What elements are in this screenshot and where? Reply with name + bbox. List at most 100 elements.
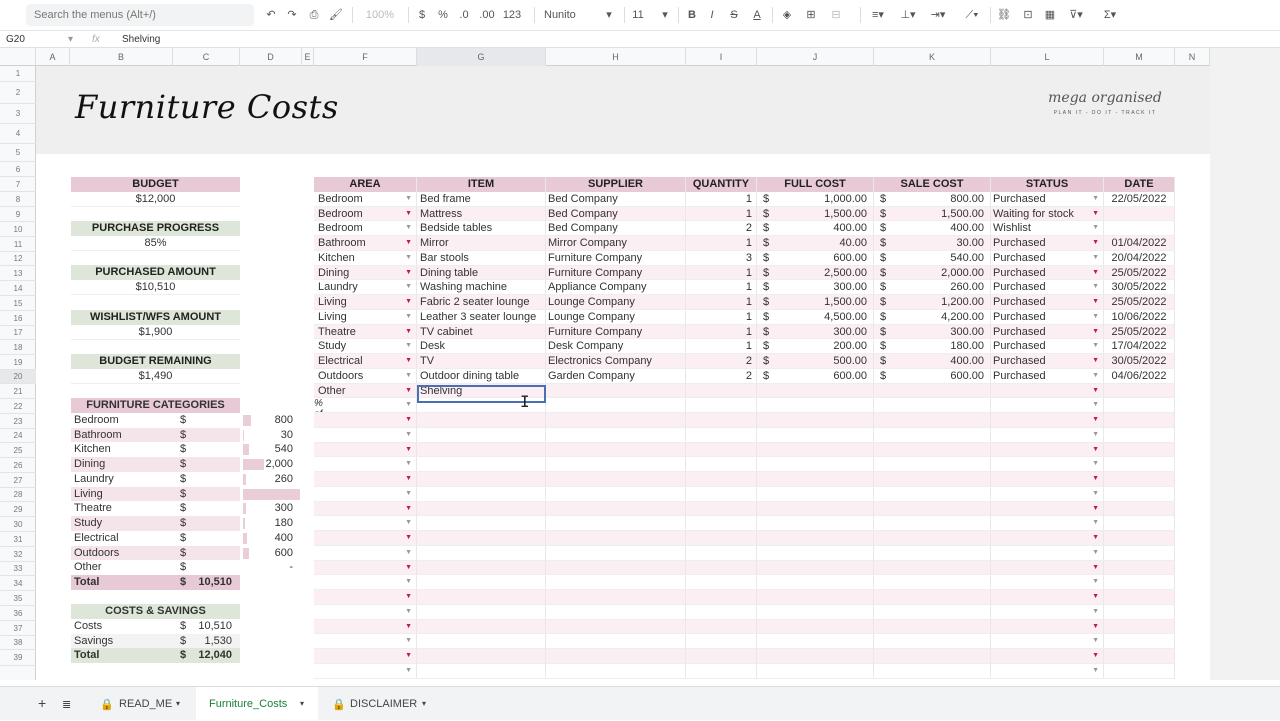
- supplier-cell[interactable]: [546, 502, 686, 516]
- dropdown-arrow-icon[interactable]: ▼: [405, 546, 412, 560]
- area-dropdown[interactable]: ▼: [314, 516, 417, 530]
- item-cell[interactable]: Bed frame: [417, 192, 546, 206]
- align-left-icon[interactable]: ≡▾: [868, 6, 888, 24]
- row-header[interactable]: 31: [0, 532, 36, 547]
- dropdown-arrow-icon[interactable]: ▼: [405, 502, 412, 516]
- full-cost-cell[interactable]: $500.00: [757, 354, 874, 368]
- column-header[interactable]: M: [1104, 48, 1175, 66]
- column-header[interactable]: E: [302, 48, 314, 66]
- status-dropdown[interactable]: ▼: [991, 634, 1104, 648]
- status-dropdown[interactable]: ▼: [991, 561, 1104, 575]
- full-cost-cell[interactable]: $2,500.00: [757, 266, 874, 280]
- status-dropdown[interactable]: ▼: [991, 531, 1104, 545]
- date-cell[interactable]: [1104, 221, 1175, 235]
- status-dropdown[interactable]: Purchased▼: [991, 192, 1104, 206]
- status-dropdown[interactable]: ▼: [991, 413, 1104, 427]
- status-dropdown[interactable]: Purchased▼: [991, 310, 1104, 324]
- sale-cost-cell[interactable]: [874, 487, 991, 501]
- functions-button[interactable]: Σ▾: [1098, 6, 1122, 24]
- full-cost-cell[interactable]: [757, 516, 874, 530]
- full-cost-cell[interactable]: [757, 620, 874, 634]
- supplier-cell[interactable]: Bed Company: [546, 207, 686, 221]
- full-cost-cell[interactable]: [757, 428, 874, 442]
- area-dropdown[interactable]: Theatre▼: [314, 325, 417, 339]
- supplier-cell[interactable]: [546, 398, 686, 412]
- dropdown-arrow-icon[interactable]: ▼: [405, 428, 412, 442]
- date-cell[interactable]: [1104, 649, 1175, 663]
- column-header[interactable]: B: [70, 48, 173, 66]
- dropdown-arrow-icon[interactable]: ▼: [405, 266, 412, 280]
- quantity-cell[interactable]: [686, 590, 757, 604]
- dropdown-arrow-icon[interactable]: ▼: [1092, 502, 1099, 516]
- area-dropdown[interactable]: ▼: [314, 457, 417, 471]
- date-cell[interactable]: [1104, 398, 1175, 412]
- sale-cost-cell[interactable]: [874, 590, 991, 604]
- sale-cost-cell[interactable]: [874, 664, 991, 678]
- row-header[interactable]: 10: [0, 222, 36, 237]
- supplier-cell[interactable]: Electronics Company: [546, 354, 686, 368]
- borders-icon[interactable]: ⊞: [804, 6, 818, 24]
- item-cell[interactable]: Bedside tables: [417, 221, 546, 235]
- dropdown-arrow-icon[interactable]: ▼: [1092, 251, 1099, 265]
- dropdown-arrow-icon[interactable]: ▼: [405, 413, 412, 427]
- full-cost-cell[interactable]: [757, 472, 874, 486]
- quantity-cell[interactable]: [686, 398, 757, 412]
- supplier-cell[interactable]: [546, 664, 686, 678]
- quantity-cell[interactable]: 2: [686, 354, 757, 368]
- supplier-cell[interactable]: Furniture Company: [546, 325, 686, 339]
- fill-color-icon[interactable]: ◈: [780, 6, 794, 24]
- full-cost-cell[interactable]: [757, 634, 874, 648]
- merge-cells-icon[interactable]: ⊟: [826, 6, 846, 24]
- date-cell[interactable]: [1104, 516, 1175, 530]
- sale-cost-cell[interactable]: $260.00: [874, 280, 991, 294]
- area-dropdown[interactable]: ▼: [314, 428, 417, 442]
- dropdown-arrow-icon[interactable]: ▼: [1092, 634, 1099, 648]
- dropdown-arrow-icon[interactable]: ▼: [405, 192, 412, 206]
- quantity-cell[interactable]: [686, 516, 757, 530]
- status-dropdown[interactable]: Purchased▼: [991, 339, 1104, 353]
- date-cell[interactable]: 17/04/2022: [1104, 339, 1175, 353]
- dropdown-arrow-icon[interactable]: ▼: [405, 221, 412, 235]
- quantity-cell[interactable]: 1: [686, 295, 757, 309]
- percent-button[interactable]: %: [436, 6, 450, 24]
- dropdown-arrow-icon[interactable]: ▼: [1092, 369, 1099, 383]
- status-dropdown[interactable]: ▼: [991, 384, 1104, 398]
- dropdown-arrow-icon[interactable]: ▼: [405, 384, 412, 398]
- dropdown-arrow-icon[interactable]: ▼: [1092, 546, 1099, 560]
- full-cost-cell[interactable]: [757, 561, 874, 575]
- item-cell[interactable]: [417, 634, 546, 648]
- quantity-cell[interactable]: [686, 634, 757, 648]
- font-select[interactable]: Nunito: [544, 6, 604, 24]
- sale-cost-cell[interactable]: $400.00: [874, 354, 991, 368]
- dropdown-arrow-icon[interactable]: ▼: [1092, 207, 1099, 221]
- area-dropdown[interactable]: ▼: [314, 620, 417, 634]
- row-header[interactable]: 11: [0, 237, 36, 252]
- sale-cost-cell[interactable]: [874, 620, 991, 634]
- dropdown-arrow-icon[interactable]: ▼: [1092, 192, 1099, 206]
- quantity-cell[interactable]: [686, 487, 757, 501]
- supplier-cell[interactable]: Appliance Company: [546, 280, 686, 294]
- dropdown-arrow-icon[interactable]: ▼: [1092, 295, 1099, 309]
- sale-cost-cell[interactable]: [874, 428, 991, 442]
- vertical-align-icon[interactable]: ⊥▾: [898, 6, 918, 24]
- quantity-cell[interactable]: 1: [686, 236, 757, 250]
- row-header[interactable]: 24: [0, 429, 36, 443]
- formula-input[interactable]: Shelving: [122, 34, 160, 45]
- quantity-cell[interactable]: 1: [686, 192, 757, 206]
- area-dropdown[interactable]: ▼: [314, 546, 417, 560]
- item-cell[interactable]: [417, 546, 546, 560]
- area-dropdown[interactable]: Living▼: [314, 310, 417, 324]
- quantity-cell[interactable]: [686, 531, 757, 545]
- full-cost-cell[interactable]: [757, 502, 874, 516]
- row-header[interactable]: 25: [0, 443, 36, 458]
- row-header[interactable]: 37: [0, 621, 36, 636]
- date-cell[interactable]: [1104, 664, 1175, 678]
- quantity-cell[interactable]: [686, 457, 757, 471]
- column-header[interactable]: G: [417, 48, 546, 66]
- dropdown-arrow-icon[interactable]: ▼: [405, 620, 412, 634]
- item-cell[interactable]: Desk: [417, 339, 546, 353]
- date-cell[interactable]: [1104, 384, 1175, 398]
- full-cost-cell[interactable]: [757, 531, 874, 545]
- sale-cost-cell[interactable]: [874, 634, 991, 648]
- status-dropdown[interactable]: ▼: [991, 502, 1104, 516]
